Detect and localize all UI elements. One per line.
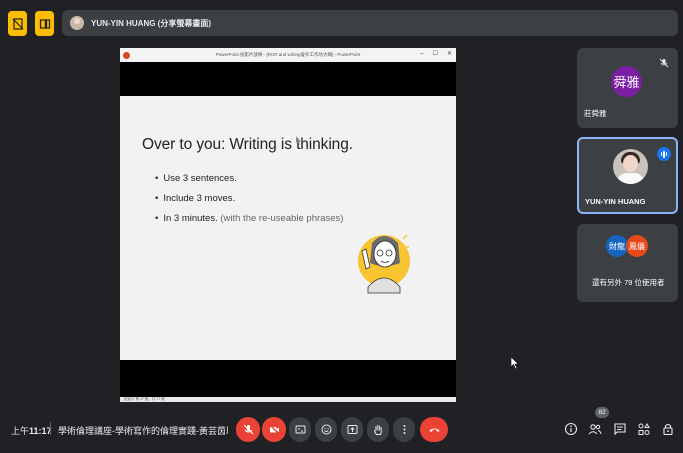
present-icon — [347, 425, 357, 434]
close-icon: ✕ — [446, 51, 452, 57]
raise-hand-button[interactable] — [367, 417, 389, 442]
participant-photo — [613, 149, 648, 184]
mic-off-icon — [659, 58, 669, 68]
leave-call-button[interactable] — [420, 417, 448, 442]
others-tile[interactable]: 財龍 鳳儀 還有另外 79 位使用者 — [577, 224, 678, 302]
split-screen-icon — [39, 18, 50, 29]
presenter-name: YUN-YIN HUANG (分享螢幕畫面) — [91, 18, 211, 28]
participant-count-badge: 82 — [595, 407, 609, 418]
slide-bullet-list: Use 3 sentences. Include 3 moves. In 3 m… — [163, 169, 344, 229]
bullet-item: In 3 minutes. (with the re-useable phras… — [163, 209, 344, 229]
others-count-label: 還有另外 79 位使用者 — [592, 278, 665, 287]
stop-present-icon — [12, 17, 23, 30]
bullet-item: Include 3 moves. — [163, 189, 343, 209]
ppt-titlebar: PowerPoint 投影片放映 - [RCR and writing會外工作坊… — [120, 48, 456, 62]
shared-screen: PowerPoint 投影片放映 - [RCR and writing會外工作坊… — [120, 48, 456, 402]
activities-icon[interactable] — [637, 422, 651, 436]
emoji-icon — [321, 424, 331, 435]
divider — [50, 422, 51, 435]
stop-presenting-button[interactable] — [8, 11, 27, 36]
presenter-bar: YUN-YIN HUANG (分享螢幕畫面) — [62, 10, 678, 36]
slide: Over to you: Writing is thinking. Use 3 … — [120, 96, 456, 360]
clock: 上午11:17 — [11, 426, 52, 436]
slide-pointer-icon — [296, 136, 300, 145]
minimize-icon: – — [420, 51, 424, 57]
host-controls-icon[interactable] — [661, 422, 675, 436]
more-options-button[interactable] — [393, 417, 415, 442]
camera-off-icon — [269, 424, 279, 435]
speaking-indicator-icon — [657, 147, 671, 161]
participant-name: YUN-YIN HUANG — [585, 197, 646, 206]
reactions-button[interactable] — [315, 417, 337, 442]
raise-hand-icon — [373, 425, 382, 435]
people-icon[interactable] — [588, 422, 602, 436]
camera-toggle-button[interactable] — [262, 417, 286, 442]
participant-name: 莊舜雅 — [584, 109, 607, 118]
more-options-icon — [403, 425, 405, 434]
mic-off-icon — [243, 424, 253, 435]
presenter-avatar — [70, 16, 84, 30]
participant-tile-active[interactable]: YUN-YIN HUANG — [577, 137, 678, 214]
avatar: 舜雅 — [611, 66, 642, 97]
info-icon[interactable] — [564, 422, 578, 436]
bullet-note: (with the re-useable phrases) — [220, 213, 344, 224]
slide-title: Over to you: Writing is thinking. — [142, 136, 353, 153]
thinking-person-illustration — [358, 234, 410, 294]
bullet-item: Use 3 sentences. — [163, 169, 343, 189]
present-now-button[interactable] — [341, 417, 363, 442]
captions-button[interactable] — [289, 417, 311, 442]
layout-button[interactable] — [35, 11, 54, 36]
chat-icon[interactable] — [613, 422, 627, 436]
ppt-window-title: PowerPoint 投影片放映 - [RCR and writing會外工作坊… — [215, 52, 361, 57]
participant-tile[interactable]: 舜雅 莊舜雅 — [577, 48, 678, 128]
mouse-cursor-icon — [511, 357, 519, 369]
maximize-icon: ☐ — [432, 51, 438, 57]
mic-toggle-button[interactable] — [236, 417, 260, 442]
avatar: 鳳儀 — [626, 235, 648, 257]
avatar: 財龍 — [606, 235, 628, 257]
end-call-icon — [429, 428, 439, 432]
captions-icon — [295, 425, 305, 434]
ppt-status-bar: 投影片 第 17 張，共 17 張 — [120, 397, 456, 402]
meeting-title: 學術倫理講座-學術寫作的倫理實踐-黃芸茵助... — [58, 426, 228, 436]
